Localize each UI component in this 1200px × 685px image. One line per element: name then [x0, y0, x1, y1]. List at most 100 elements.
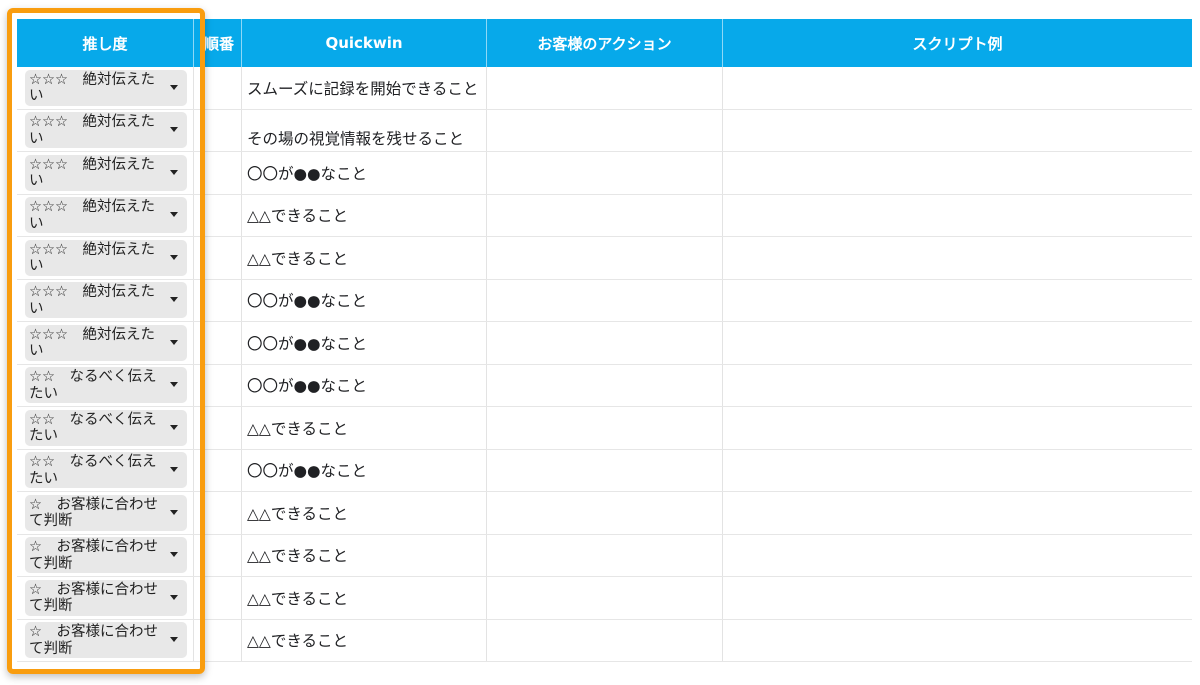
order-cell[interactable] — [194, 364, 242, 406]
table-body: ☆☆☆ 絶対伝えたい スムーズに記録を開始できること ☆☆☆ 絶対伝えたい その場の視… — [17, 67, 1192, 662]
customer-action-cell[interactable] — [487, 577, 723, 619]
quickwin-cell[interactable]: △△できること — [242, 492, 487, 534]
quickwin-cell[interactable]: 〇〇が●●なこと — [242, 364, 487, 406]
priority-dropdown[interactable]: ☆☆ なるべく伝えたい — [25, 409, 187, 446]
order-cell[interactable] — [194, 577, 242, 619]
order-cell[interactable] — [194, 152, 242, 194]
priority-dropdown[interactable]: ☆☆☆ 絶対伝えたい — [25, 324, 187, 361]
priority-dropdown[interactable]: ☆ お客様に合わせて判断 — [25, 579, 187, 616]
priority-cell: ☆☆☆ 絶対伝えたい — [17, 152, 194, 194]
order-cell[interactable] — [194, 322, 242, 364]
quickwin-cell[interactable]: 〇〇が●●なこと — [242, 449, 487, 491]
customer-action-cell[interactable] — [487, 619, 723, 661]
order-cell[interactable] — [194, 407, 242, 449]
priority-dropdown[interactable]: ☆☆ なるべく伝えたい — [25, 452, 187, 489]
priority-dropdown[interactable]: ☆☆ なるべく伝えたい — [25, 367, 187, 404]
priority-dropdown-label: ☆☆☆ 絶対伝えたい — [29, 284, 155, 317]
header-order[interactable]: 順番 — [194, 19, 242, 67]
dropdown-caret-icon[interactable] — [170, 254, 178, 260]
customer-action-cell[interactable] — [487, 492, 723, 534]
order-cell[interactable] — [194, 619, 242, 661]
priority-dropdown[interactable]: ☆☆☆ 絶対伝えたい — [25, 69, 187, 106]
order-cell[interactable] — [194, 67, 242, 109]
dropdown-caret-icon[interactable] — [170, 297, 178, 303]
priority-cell: ☆☆☆ 絶対伝えたい — [17, 194, 194, 236]
header-priority[interactable]: 推し度 — [17, 19, 194, 67]
script-example-cell[interactable] — [723, 365, 1192, 407]
order-cell[interactable] — [194, 449, 242, 491]
dropdown-caret-icon[interactable] — [170, 467, 178, 473]
dropdown-caret-icon[interactable] — [170, 84, 178, 90]
quickwin-cell[interactable]: △△できること — [242, 577, 487, 619]
script-example-cell[interactable] — [723, 110, 1192, 152]
quickwin-cell[interactable]: 〇〇が●●なこと — [242, 322, 487, 364]
quickwin-cell[interactable]: 〇〇が●●なこと — [242, 279, 487, 321]
script-example-cell[interactable] — [723, 577, 1192, 619]
script-example-cell[interactable] — [723, 450, 1192, 492]
priority-dropdown[interactable]: ☆☆☆ 絶対伝えたい — [25, 154, 187, 191]
priority-dropdown[interactable]: ☆ お客様に合わせて判断 — [25, 622, 187, 659]
priority-cell: ☆ お客様に合わせて判断 — [17, 577, 194, 619]
customer-action-cell[interactable] — [487, 67, 723, 109]
quickwin-cell[interactable]: △△できること — [242, 194, 487, 236]
dropdown-caret-icon[interactable] — [170, 594, 178, 600]
header-quickwin[interactable]: Quickwin — [242, 19, 487, 67]
customer-action-cell[interactable] — [487, 449, 723, 491]
customer-action-cell[interactable] — [487, 194, 723, 236]
script-example-cell[interactable] — [723, 322, 1192, 364]
dropdown-caret-icon[interactable] — [170, 127, 178, 133]
priority-cell: ☆☆ なるべく伝えたい — [17, 407, 194, 449]
script-example-cell[interactable] — [723, 152, 1192, 194]
dropdown-caret-icon[interactable] — [170, 509, 178, 515]
script-example-cell[interactable] — [723, 620, 1192, 662]
dropdown-caret-icon[interactable] — [170, 339, 178, 345]
priority-dropdown-label: ☆☆ なるべく伝えたい — [29, 411, 157, 445]
order-cell[interactable] — [194, 194, 242, 236]
customer-action-cell[interactable] — [487, 534, 723, 576]
table-row: ☆☆☆ 絶対伝えたい △△できること — [17, 194, 1192, 237]
script-example-cell[interactable] — [723, 280, 1192, 322]
customer-action-cell[interactable] — [487, 407, 723, 449]
quickwin-cell[interactable]: △△できること — [242, 237, 487, 279]
quickwin-cell[interactable]: △△できること — [242, 534, 487, 576]
dropdown-caret-icon[interactable] — [170, 169, 178, 175]
header-script-example[interactable]: スクリプト例 — [723, 19, 1192, 67]
header-customer-action[interactable]: お客様のアクション — [487, 19, 723, 67]
priority-dropdown[interactable]: ☆☆☆ 絶対伝えたい — [25, 282, 187, 319]
priority-dropdown[interactable]: ☆☆☆ 絶対伝えたい — [25, 112, 187, 149]
quickwin-cell[interactable]: スムーズに記録を開始できること — [242, 67, 487, 109]
order-cell[interactable] — [194, 237, 242, 279]
customer-action-cell[interactable] — [487, 152, 723, 194]
priority-dropdown[interactable]: ☆☆☆ 絶対伝えたい — [25, 239, 187, 276]
quickwin-cell[interactable]: △△できること — [242, 619, 487, 661]
script-example-cell[interactable] — [723, 67, 1192, 109]
priority-dropdown[interactable]: ☆ お客様に合わせて判断 — [25, 537, 187, 574]
priority-dropdown[interactable]: ☆☆☆ 絶対伝えたい — [25, 197, 187, 234]
script-example-cell[interactable] — [723, 492, 1192, 534]
order-cell[interactable] — [194, 279, 242, 321]
table-row: ☆ お客様に合わせて判断 △△できること — [17, 577, 1192, 620]
dropdown-caret-icon[interactable] — [170, 424, 178, 430]
customer-action-cell[interactable] — [487, 237, 723, 279]
quickwin-cell[interactable]: 〇〇が●●なこと — [242, 152, 487, 194]
dropdown-caret-icon[interactable] — [170, 637, 178, 643]
quickwin-cell[interactable]: その場の視覚情報を残せること — [242, 109, 487, 151]
customer-action-cell[interactable] — [487, 109, 723, 151]
script-example-cell[interactable] — [723, 407, 1192, 449]
dropdown-caret-icon[interactable] — [170, 382, 178, 388]
script-example-cell[interactable] — [723, 237, 1192, 279]
order-cell[interactable] — [194, 492, 242, 534]
script-example-cell[interactable] — [723, 195, 1192, 237]
customer-action-cell[interactable] — [487, 364, 723, 406]
quickwin-cell[interactable]: △△できること — [242, 407, 487, 449]
dropdown-caret-icon[interactable] — [170, 212, 178, 218]
order-cell[interactable] — [194, 109, 242, 151]
dropdown-caret-icon[interactable] — [170, 552, 178, 558]
customer-action-cell[interactable] — [487, 279, 723, 321]
customer-action-cell[interactable] — [487, 322, 723, 364]
script-example-cell[interactable] — [723, 535, 1192, 577]
header-row: 推し度 順番 Quickwin お客様のアクション スクリプト例 — [17, 19, 1192, 67]
priority-cell: ☆☆☆ 絶対伝えたい — [17, 237, 194, 279]
priority-dropdown[interactable]: ☆ お客様に合わせて判断 — [25, 494, 187, 531]
order-cell[interactable] — [194, 534, 242, 576]
